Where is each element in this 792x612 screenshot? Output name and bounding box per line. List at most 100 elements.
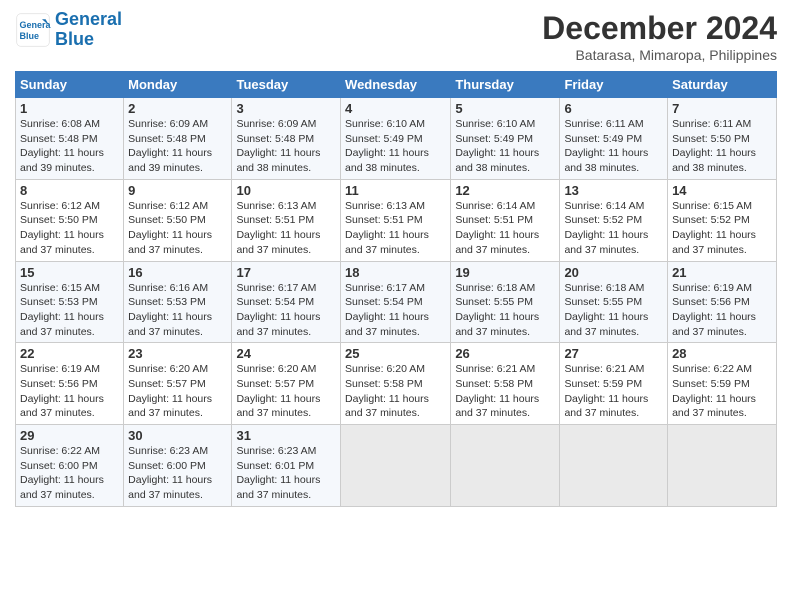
calendar-cell: 5 Sunrise: 6:10 AMSunset: 5:49 PMDaylight… [451, 98, 560, 180]
calendar-cell: 10 Sunrise: 6:13 AMSunset: 5:51 PMDayligh… [232, 179, 341, 261]
calendar-week-1: 1Sunrise: 6:08 AMSunset: 5:48 PMDaylight… [16, 98, 777, 180]
day-detail: Sunrise: 6:20 AMSunset: 5:57 PMDaylight:… [236, 363, 320, 419]
day-detail: Sunrise: 6:21 AMSunset: 5:58 PMDaylight:… [455, 363, 539, 419]
day-number: 9 [128, 183, 227, 198]
day-detail: Sunrise: 6:13 AMSunset: 5:51 PMDaylight:… [345, 200, 429, 256]
calendar-week-3: 15Sunrise: 6:15 AMSunset: 5:53 PMDayligh… [16, 261, 777, 343]
calendar-cell: 16 Sunrise: 6:16 AMSunset: 5:53 PMDayligh… [124, 261, 232, 343]
day-number: 22 [20, 346, 119, 361]
day-detail: Sunrise: 6:10 AMSunset: 5:49 PMDaylight:… [345, 118, 429, 174]
calendar-cell [668, 425, 777, 507]
day-detail: Sunrise: 6:17 AMSunset: 5:54 PMDaylight:… [236, 282, 320, 338]
day-detail: Sunrise: 6:19 AMSunset: 5:56 PMDaylight:… [20, 363, 104, 419]
day-detail: Sunrise: 6:22 AMSunset: 5:59 PMDaylight:… [672, 363, 756, 419]
calendar-cell: 27Sunrise: 6:21 AMSunset: 5:59 PMDayligh… [560, 343, 668, 425]
calendar-week-4: 22 Sunrise: 6:19 AMSunset: 5:56 PMDayligh… [16, 343, 777, 425]
day-detail: Sunrise: 6:22 AMSunset: 6:00 PMDaylight:… [20, 445, 104, 501]
calendar-cell: 11 Sunrise: 6:13 AMSunset: 5:51 PMDayligh… [341, 179, 451, 261]
calendar-header-row: SundayMondayTuesdayWednesdayThursdayFrid… [16, 72, 777, 98]
calendar-cell: 29 Sunrise: 6:22 AMSunset: 6:00 PMDayligh… [16, 425, 124, 507]
day-detail: Sunrise: 6:15 AMSunset: 5:53 PMDaylight:… [20, 282, 104, 338]
day-detail: Sunrise: 6:21 AMSunset: 5:59 PMDaylight:… [564, 363, 648, 419]
day-detail: Sunrise: 6:12 AMSunset: 5:50 PMDaylight:… [128, 200, 212, 256]
header-thursday: Thursday [451, 72, 560, 98]
calendar-cell: 31Sunrise: 6:23 AMSunset: 6:01 PMDayligh… [232, 425, 341, 507]
day-number: 23 [128, 346, 227, 361]
day-number: 11 [345, 183, 446, 198]
header-sunday: Sunday [16, 72, 124, 98]
month-title: December 2024 [542, 10, 777, 47]
day-detail: Sunrise: 6:10 AMSunset: 5:49 PMDaylight:… [455, 118, 539, 174]
calendar-cell: 20 Sunrise: 6:18 AMSunset: 5:55 PMDayligh… [560, 261, 668, 343]
logo-blue: Blue [55, 29, 94, 49]
day-detail: Sunrise: 6:19 AMSunset: 5:56 PMDaylight:… [672, 282, 756, 338]
calendar-cell: 30Sunrise: 6:23 AMSunset: 6:00 PMDayligh… [124, 425, 232, 507]
day-number: 17 [236, 265, 336, 280]
day-number: 13 [564, 183, 663, 198]
logo-icon: General Blue [15, 12, 51, 48]
day-number: 4 [345, 101, 446, 116]
calendar-cell [560, 425, 668, 507]
calendar-cell: 7Sunrise: 6:11 AMSunset: 5:50 PMDaylight… [668, 98, 777, 180]
day-number: 8 [20, 183, 119, 198]
calendar-cell: 14 Sunrise: 6:15 AMSunset: 5:52 PMDayligh… [668, 179, 777, 261]
day-detail: Sunrise: 6:14 AMSunset: 5:51 PMDaylight:… [455, 200, 539, 256]
calendar-cell: 24 Sunrise: 6:20 AMSunset: 5:57 PMDayligh… [232, 343, 341, 425]
day-number: 3 [236, 101, 336, 116]
calendar-cell: 19 Sunrise: 6:18 AMSunset: 5:55 PMDayligh… [451, 261, 560, 343]
day-detail: Sunrise: 6:23 AMSunset: 6:01 PMDaylight:… [236, 445, 320, 501]
calendar-cell: 17 Sunrise: 6:17 AMSunset: 5:54 PMDayligh… [232, 261, 341, 343]
header-wednesday: Wednesday [341, 72, 451, 98]
day-number: 2 [128, 101, 227, 116]
day-number: 12 [455, 183, 555, 198]
header: General Blue General Blue December 2024 … [15, 10, 777, 63]
header-tuesday: Tuesday [232, 72, 341, 98]
day-number: 14 [672, 183, 772, 198]
day-number: 1 [20, 101, 119, 116]
day-detail: Sunrise: 6:15 AMSunset: 5:52 PMDaylight:… [672, 200, 756, 256]
svg-text:Blue: Blue [20, 31, 40, 41]
day-detail: Sunrise: 6:17 AMSunset: 5:54 PMDaylight:… [345, 282, 429, 338]
day-number: 26 [455, 346, 555, 361]
day-number: 29 [20, 428, 119, 443]
location-subtitle: Batarasa, Mimaropa, Philippines [542, 47, 777, 63]
logo: General Blue General Blue [15, 10, 122, 50]
day-number: 5 [455, 101, 555, 116]
calendar-week-5: 29 Sunrise: 6:22 AMSunset: 6:00 PMDayligh… [16, 425, 777, 507]
page: General Blue General Blue December 2024 … [0, 0, 792, 517]
day-number: 21 [672, 265, 772, 280]
day-detail: Sunrise: 6:09 AMSunset: 5:48 PMDaylight:… [128, 118, 212, 174]
day-number: 6 [564, 101, 663, 116]
day-detail: Sunrise: 6:13 AMSunset: 5:51 PMDaylight:… [236, 200, 320, 256]
day-number: 16 [128, 265, 227, 280]
calendar-cell: 12 Sunrise: 6:14 AMSunset: 5:51 PMDayligh… [451, 179, 560, 261]
day-number: 19 [455, 265, 555, 280]
title-area: December 2024 Batarasa, Mimaropa, Philip… [542, 10, 777, 63]
day-detail: Sunrise: 6:14 AMSunset: 5:52 PMDaylight:… [564, 200, 648, 256]
day-detail: Sunrise: 6:11 AMSunset: 5:49 PMDaylight:… [564, 118, 648, 174]
day-number: 10 [236, 183, 336, 198]
day-detail: Sunrise: 6:20 AMSunset: 5:57 PMDaylight:… [128, 363, 212, 419]
calendar-cell: 13 Sunrise: 6:14 AMSunset: 5:52 PMDayligh… [560, 179, 668, 261]
day-detail: Sunrise: 6:18 AMSunset: 5:55 PMDaylight:… [564, 282, 648, 338]
calendar-cell: 9 Sunrise: 6:12 AMSunset: 5:50 PMDaylight… [124, 179, 232, 261]
calendar-cell: 23 Sunrise: 6:20 AMSunset: 5:57 PMDayligh… [124, 343, 232, 425]
day-number: 7 [672, 101, 772, 116]
calendar-cell: 6 Sunrise: 6:11 AMSunset: 5:49 PMDaylight… [560, 98, 668, 180]
calendar-week-2: 8 Sunrise: 6:12 AMSunset: 5:50 PMDaylight… [16, 179, 777, 261]
header-monday: Monday [124, 72, 232, 98]
day-number: 20 [564, 265, 663, 280]
calendar-cell: 25Sunrise: 6:20 AMSunset: 5:58 PMDayligh… [341, 343, 451, 425]
calendar-cell [341, 425, 451, 507]
calendar-cell: 21 Sunrise: 6:19 AMSunset: 5:56 PMDayligh… [668, 261, 777, 343]
calendar-cell: 1Sunrise: 6:08 AMSunset: 5:48 PMDaylight… [16, 98, 124, 180]
calendar-cell: 28Sunrise: 6:22 AMSunset: 5:59 PMDayligh… [668, 343, 777, 425]
day-number: 24 [236, 346, 336, 361]
day-number: 30 [128, 428, 227, 443]
day-detail: Sunrise: 6:20 AMSunset: 5:58 PMDaylight:… [345, 363, 429, 419]
day-detail: Sunrise: 6:18 AMSunset: 5:55 PMDaylight:… [455, 282, 539, 338]
day-detail: Sunrise: 6:16 AMSunset: 5:53 PMDaylight:… [128, 282, 212, 338]
header-saturday: Saturday [668, 72, 777, 98]
calendar-cell: 18Sunrise: 6:17 AMSunset: 5:54 PMDayligh… [341, 261, 451, 343]
calendar-cell: 15Sunrise: 6:15 AMSunset: 5:53 PMDayligh… [16, 261, 124, 343]
